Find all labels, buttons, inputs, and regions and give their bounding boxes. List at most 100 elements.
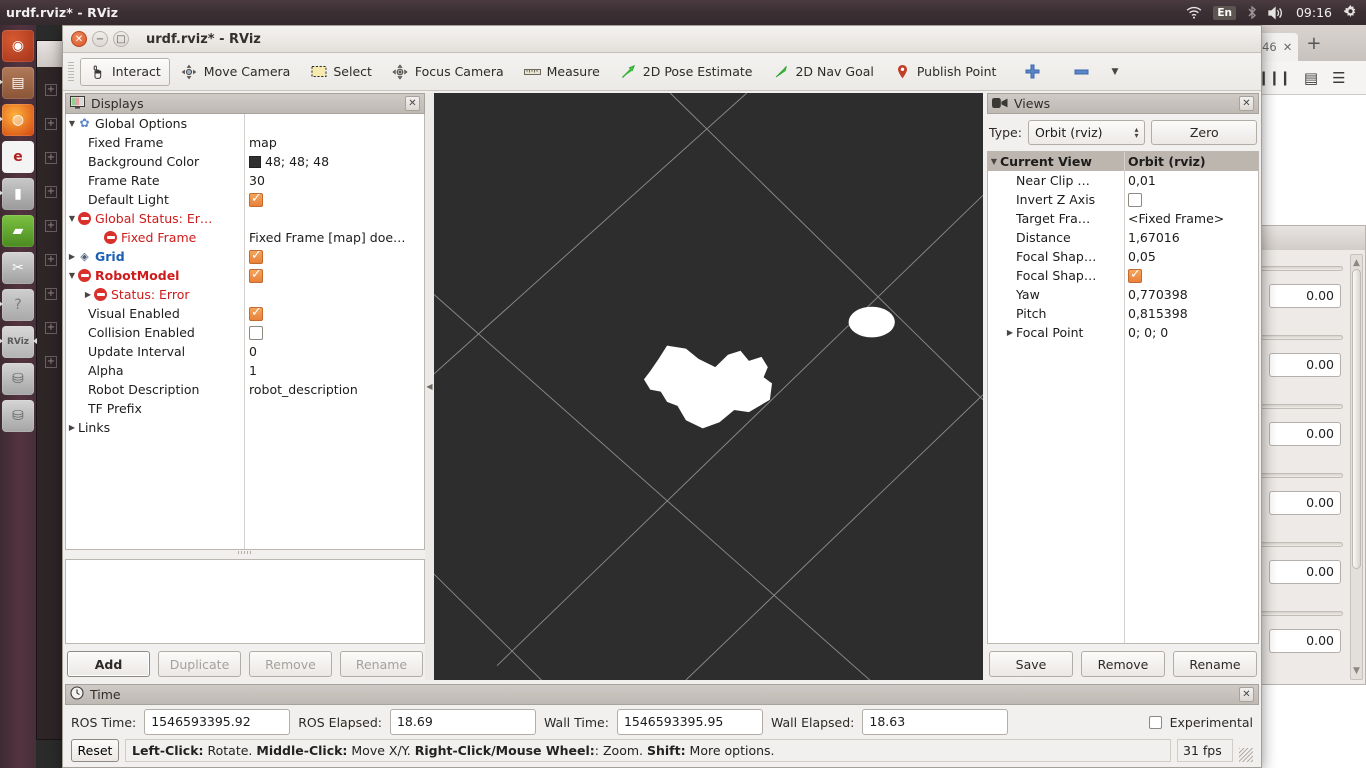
display-row-global-status-fixed-frame[interactable]: ▶ Fixed Frame Fixed Frame [map] doe…: [66, 228, 424, 247]
display-row-visual-enabled[interactable]: ▶Visual Enabled: [66, 304, 424, 323]
view-type-select[interactable]: Orbit (rviz) ▴ ▾: [1027, 120, 1146, 145]
launcher-tools-icon[interactable]: ✂: [2, 252, 34, 284]
launcher-terminal-icon[interactable]: ▮: [0, 178, 34, 210]
window-minimize-button[interactable]: −: [92, 31, 108, 47]
invert-z-axis-value[interactable]: [1124, 192, 1258, 207]
tool-focus-camera[interactable]: Focus Camera: [383, 58, 513, 86]
pitch-value[interactable]: 0,815398: [1124, 306, 1258, 321]
display-row-default-light[interactable]: ▶Default Light: [66, 190, 424, 209]
tool-2d-nav-goal[interactable]: 2D Nav Goal: [763, 58, 882, 86]
collapse-arrow-icon[interactable]: ▼: [66, 214, 78, 223]
left-panel-collapse-handle[interactable]: ◀: [425, 93, 434, 680]
display-row-tf-prefix[interactable]: ▶TF Prefix: [66, 399, 424, 418]
grid-value[interactable]: [244, 249, 424, 264]
collapse-arrow-icon[interactable]: ▼: [66, 119, 78, 128]
expand-arrow-icon[interactable]: ▶: [66, 252, 78, 261]
window-close-button[interactable]: ✕: [71, 31, 87, 47]
display-row-global-options[interactable]: ▼ ✿ Global Options: [66, 114, 424, 133]
checkbox[interactable]: [249, 325, 263, 340]
tool-select[interactable]: Select: [301, 58, 381, 86]
view-row-distance[interactable]: ▶Distance 1,67016: [988, 228, 1258, 247]
global-status-fixed-frame-value[interactable]: Fixed Frame [map] doe…: [244, 230, 424, 245]
bluetooth-icon[interactable]: [1247, 5, 1257, 20]
launcher-files-icon[interactable]: ▤: [0, 67, 34, 99]
toolbar-overflow-button[interactable]: ▼: [1101, 58, 1128, 86]
reset-button[interactable]: Reset: [71, 739, 119, 762]
display-row-robot-model-status[interactable]: ▶ Status: Error: [66, 285, 424, 304]
tool-interact[interactable]: Interact: [80, 57, 170, 86]
view-row-target-frame[interactable]: ▶Target Fra… <Fixed Frame>: [988, 209, 1258, 228]
view-row-focal-shape-fixed-size[interactable]: ▶Focal Shap…: [988, 266, 1258, 285]
launcher-firefox-icon[interactable]: ◍: [0, 104, 34, 136]
joint-value[interactable]: 0.00: [1269, 284, 1341, 308]
launcher-ubuntu-dash-icon[interactable]: ◉: [2, 30, 34, 62]
view-row-near-clip-distance[interactable]: ▶Near Clip … 0,01: [988, 171, 1258, 190]
expand-icon[interactable]: +: [45, 322, 57, 334]
sidebar-icon[interactable]: ▤: [1304, 69, 1318, 87]
expand-icon[interactable]: +: [45, 356, 57, 368]
displays-splitter[interactable]: [65, 550, 425, 555]
view-row-focal-shape-size[interactable]: ▶Focal Shap… 0,05: [988, 247, 1258, 266]
default-light-value[interactable]: [244, 192, 424, 207]
robot-description-value[interactable]: robot_description: [244, 382, 424, 397]
near-clip-distance-value[interactable]: 0,01: [1124, 173, 1258, 188]
window-resize-grip[interactable]: [1239, 748, 1253, 762]
displays-tree[interactable]: ▼✿Global Options▶Fixed Framemap▶Backgrou…: [65, 114, 425, 550]
tool-measure[interactable]: Measure: [515, 58, 609, 86]
expand-icon[interactable]: +: [45, 254, 57, 266]
display-row-robot-description[interactable]: ▶Robot Description robot_description: [66, 380, 424, 399]
expand-arrow-icon[interactable]: ▶: [82, 290, 94, 299]
expand-arrow-icon[interactable]: ▶: [66, 423, 78, 432]
time-panel-close-button[interactable]: ✕: [1239, 687, 1254, 702]
ros-time-input[interactable]: 1546593395.92: [144, 709, 291, 735]
view-row-invert-z-axis[interactable]: ▶Invert Z Axis: [988, 190, 1258, 209]
visual-enabled-value[interactable]: [244, 306, 424, 321]
display-row-background-color[interactable]: ▶Background Color 48; 48; 48: [66, 152, 424, 171]
experimental-checkbox[interactable]: [1148, 715, 1162, 729]
expand-icon[interactable]: +: [45, 220, 57, 232]
display-row-fixed-frame[interactable]: ▶Fixed Frame map: [66, 133, 424, 152]
display-row-links[interactable]: ▶ Links: [66, 418, 424, 437]
save-view-button[interactable]: Save: [989, 651, 1073, 677]
launcher-disk-2-icon[interactable]: ⛁: [2, 400, 34, 432]
checkbox[interactable]: [249, 249, 263, 264]
display-row-collision-enabled[interactable]: ▶Collision Enabled: [66, 323, 424, 342]
background-color-value[interactable]: 48; 48; 48: [244, 154, 424, 169]
display-row-alpha[interactable]: ▶Alpha 1: [66, 361, 424, 380]
rviz-titlebar[interactable]: ✕ − □ urdf.rviz* - RViz: [63, 26, 1261, 53]
launcher-help-icon[interactable]: ?: [0, 289, 34, 321]
chevron-updown-icon[interactable]: ▴ ▾: [1134, 125, 1138, 139]
fixed-frame-value[interactable]: map: [244, 135, 424, 150]
tool-publish-point[interactable]: Publish Point: [885, 58, 1006, 86]
tool-2d-pose-estimate[interactable]: 2D Pose Estimate: [611, 58, 762, 86]
focal-point-value[interactable]: 0; 0; 0: [1124, 325, 1258, 340]
collapse-arrow-icon[interactable]: ▼: [66, 271, 78, 280]
display-row-frame-rate[interactable]: ▶Frame Rate 30: [66, 171, 424, 190]
volume-icon[interactable]: [1268, 6, 1285, 20]
expand-icon[interactable]: +: [45, 118, 57, 130]
remove-tool-button[interactable]: [1064, 58, 1099, 86]
launcher-disk-1-icon[interactable]: ⛁: [2, 363, 34, 395]
update-interval-value[interactable]: 0: [244, 344, 424, 359]
zero-button[interactable]: Zero: [1151, 120, 1257, 145]
color-swatch[interactable]: [249, 155, 261, 168]
time-panel-header[interactable]: Time ✕: [65, 684, 1259, 705]
view-row-focal-point[interactable]: ▶ Focal Point 0; 0; 0: [988, 323, 1258, 342]
toolbar-drag-handle[interactable]: [67, 61, 75, 82]
checkbox[interactable]: [249, 268, 263, 283]
display-row-update-interval[interactable]: ▶Update Interval 0: [66, 342, 424, 361]
joint-value[interactable]: 0.00: [1269, 629, 1341, 653]
gear-icon[interactable]: [1343, 5, 1358, 20]
collapse-arrow-icon[interactable]: ▼: [988, 157, 1000, 166]
close-icon[interactable]: ✕: [1283, 40, 1293, 54]
launcher-ebook-icon[interactable]: e: [2, 141, 34, 173]
joint-value[interactable]: 0.00: [1269, 560, 1341, 584]
alpha-value[interactable]: 1: [244, 363, 424, 378]
yaw-value[interactable]: 0,770398: [1124, 287, 1258, 302]
views-panel-header[interactable]: Views ✕: [987, 93, 1259, 114]
keyboard-layout-indicator[interactable]: En: [1213, 5, 1236, 20]
distance-value[interactable]: 1,67016: [1124, 230, 1258, 245]
render-viewport[interactable]: [434, 93, 983, 680]
view-row-yaw[interactable]: ▶Yaw 0,770398: [988, 285, 1258, 304]
launcher-books-icon[interactable]: ▰: [2, 215, 34, 247]
